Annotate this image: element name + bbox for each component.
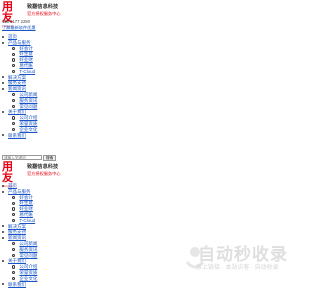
nav-link[interactable]: 关于我们 <box>8 109 26 114</box>
nav-link[interactable]: 联系我们 <box>8 133 26 138</box>
bullet-icon <box>12 247 16 252</box>
nav-link[interactable]: 企业文化 <box>19 127 37 132</box>
bullet-icon <box>12 46 16 51</box>
bullet-icon <box>2 87 4 90</box>
bullet-icon <box>12 104 16 109</box>
bullet-icon <box>12 265 16 269</box>
nav-item: 联系我们 <box>2 133 37 139</box>
bullet-icon <box>12 98 16 103</box>
bullet-icon <box>2 236 4 239</box>
main-nav-secondary: 首页 产品与服务 好会计 好生意 好业财 易代账 T-Cloud 解决方案 服务支持 新闻资讯 公司… <box>2 183 37 287</box>
nav-link[interactable]: 好生意 <box>19 200 33 205</box>
brand-name: 致翻信息科技 <box>27 4 59 10</box>
nav-link[interactable]: T-Cloud <box>19 218 35 223</box>
bullet-icon <box>2 260 4 263</box>
nav-link[interactable]: 好业财 <box>19 57 33 62</box>
brand-tagline: 官方授权服务中心 <box>27 11 61 16</box>
nav-link[interactable]: 联系我们 <box>8 282 26 287</box>
nav-link[interactable]: 解决方案 <box>8 224 26 229</box>
bullet-icon <box>12 127 16 132</box>
bullet-icon <box>12 213 16 217</box>
bullet-icon <box>12 64 16 68</box>
nav-link[interactable]: 新闻资讯 <box>8 86 26 91</box>
bullet-icon <box>2 82 4 85</box>
brand-tagline-secondary: 官方授权服务中心 <box>27 171 61 176</box>
bullet-icon <box>2 225 4 228</box>
nav-link[interactable]: 产品与服务 <box>8 189 31 194</box>
bullet-icon <box>12 58 16 62</box>
bullet-icon <box>12 122 16 126</box>
nav-link[interactable]: T-Cloud <box>19 69 35 74</box>
bullet-icon <box>2 41 4 44</box>
nav-link[interactable]: 企业文化 <box>19 276 37 281</box>
nav-link[interactable]: 易代账 <box>19 212 33 217</box>
bullet-icon <box>2 231 4 234</box>
search-input[interactable] <box>2 155 42 160</box>
nav-link[interactable]: 公司介绍 <box>19 115 37 120</box>
bullet-icon <box>12 271 16 275</box>
bullet-icon <box>2 190 4 193</box>
bullet-icon <box>12 195 16 200</box>
promo-link[interactable]: 了解最新软件优惠 <box>2 25 36 31</box>
nav-link[interactable]: 好生意 <box>19 51 33 56</box>
search-button[interactable]: 搜索 <box>43 155 57 161</box>
nav-link[interactable]: 产品与服务 <box>8 40 31 45</box>
nav-link[interactable]: 服务资讯 <box>19 98 37 103</box>
nav-link[interactable]: 服务资讯 <box>19 247 37 252</box>
nav-link[interactable]: 常见问题 <box>19 253 37 258</box>
nav-link[interactable]: 好会计 <box>19 195 33 200</box>
main-nav: 首页 产品与服务 好会计 好生意 好业财 易代账 T-Cloud 解决方案 服务支持 新闻资讯 公司… <box>2 34 37 138</box>
nav-link[interactable]: 易代账 <box>19 63 33 68</box>
bullet-icon <box>12 69 16 74</box>
nav-link[interactable]: 首页 <box>8 183 17 188</box>
bullet-icon <box>12 253 16 258</box>
bullet-icon <box>12 201 16 205</box>
bullet-icon <box>12 218 16 223</box>
nav-link[interactable]: 公司新闻 <box>19 92 37 97</box>
bullet-icon <box>2 134 4 137</box>
bullet-icon <box>12 93 16 97</box>
bullet-icon <box>2 111 4 114</box>
bullet-icon <box>12 276 16 281</box>
logo-text-secondary: 用友 <box>2 161 13 184</box>
nav-link[interactable]: 好业财 <box>19 206 33 211</box>
watermark-subtitle: 放上链接 · 本站访客 · 自动收录 <box>196 265 279 271</box>
bullet-icon <box>12 116 16 120</box>
nav-link[interactable]: 常见问题 <box>19 104 37 109</box>
brand-name-secondary: 致翻信息科技 <box>27 164 59 170</box>
nav-link[interactable]: 好会计 <box>19 46 33 51</box>
bullet-icon <box>2 184 4 187</box>
nav-link[interactable]: 解决方案 <box>8 75 26 80</box>
bullet-icon <box>2 283 4 286</box>
bullet-icon <box>12 242 16 246</box>
nav-link[interactable]: 荣誉资质 <box>19 270 37 275</box>
nav-link[interactable]: 公司介绍 <box>19 264 37 269</box>
nav-link[interactable]: 服务支持 <box>8 80 26 85</box>
nav-link[interactable]: 首页 <box>8 34 17 39</box>
nav-link[interactable]: 关于我们 <box>8 258 26 263</box>
bullet-icon <box>12 52 16 56</box>
nav-link[interactable]: 公司新闻 <box>19 241 37 246</box>
nav-item: 联系我们 <box>2 282 37 288</box>
bullet-icon <box>2 35 4 38</box>
bullet-icon <box>12 207 16 211</box>
nav-link[interactable]: 服务支持 <box>8 229 26 234</box>
nav-link[interactable]: 荣誉资质 <box>19 121 37 126</box>
nav-link[interactable]: 新闻资讯 <box>8 235 26 240</box>
phone-number: 139 6177 2280 <box>2 19 30 24</box>
bullet-icon <box>2 76 4 79</box>
